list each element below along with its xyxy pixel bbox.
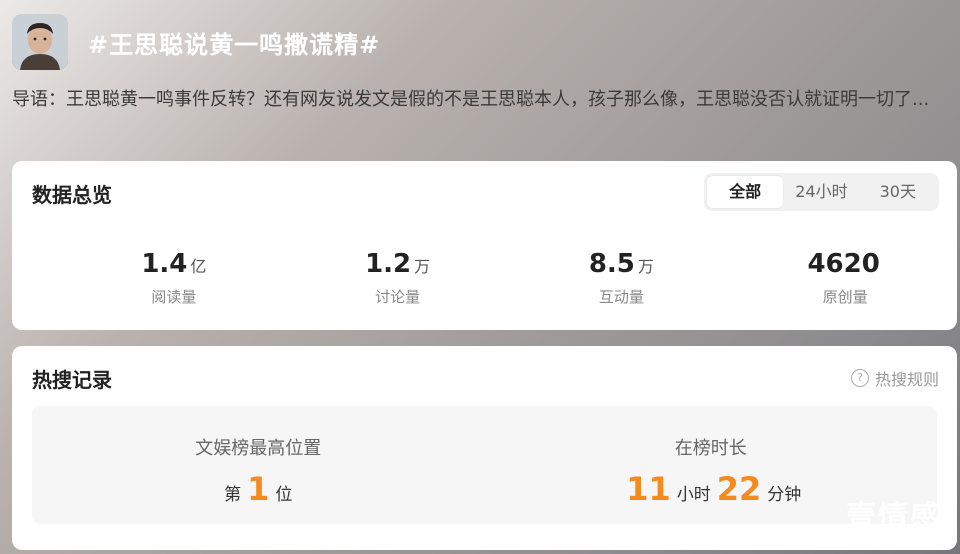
hot-search-rules-link[interactable]: ? 热搜规则 (850, 366, 939, 390)
stat-label: 原创量 (822, 288, 868, 306)
topic-header: #王思聪说黄一鸣撒谎精# (12, 14, 380, 70)
avatar[interactable] (12, 14, 68, 70)
topic-intro: 导语：王思聪黄一鸣事件反转？还有网友说发文是假的不是王思聪本人，孩子那么像，王思… (12, 89, 930, 110)
stat-discuss: 1.2 万 讨论量 (286, 247, 510, 307)
question-circle-icon: ? (850, 369, 869, 387)
stat-value: 8.5 (588, 249, 635, 279)
tab-all[interactable]: 全部 (707, 176, 784, 208)
rank-value: 1 (247, 470, 270, 508)
stat-label: 讨论量 (375, 288, 421, 306)
duration-label: 在榜时长 (674, 438, 747, 459)
hot-search-card: 热搜记录 ? 热搜规则 文娱榜最高位置 第 1 位 在榜时长 11 小时 22 … (12, 346, 957, 550)
stat-unit: 万 (414, 257, 431, 276)
tab-30d[interactable]: 30天 (860, 176, 936, 208)
stat-original: 4620 原创量 (733, 247, 957, 307)
minutes-value: 22 (716, 470, 762, 508)
data-overview-card: 数据总览 全部 24小时 30天 1.4 亿 阅读量 1.2 万 讨论量 8.5 万 … (12, 161, 957, 330)
stat-label: 阅读量 (151, 288, 197, 306)
minutes-unit: 分钟 (767, 485, 802, 505)
stat-value: 1.4 (141, 249, 188, 279)
tab-24h[interactable]: 24小时 (783, 176, 859, 208)
stat-unit: 亿 (190, 257, 207, 276)
stat-value: 4620 (807, 249, 880, 279)
stat-unit: 万 (637, 257, 654, 276)
highest-position-label: 文娱榜最高位置 (195, 438, 322, 459)
topic-title: #王思聪说黄一鸣撒谎精# (88, 30, 381, 59)
stat-label: 互动量 (598, 288, 644, 306)
stat-interact: 8.5 万 互动量 (510, 247, 734, 307)
rank-prefix: 第 (224, 485, 242, 505)
watermark: 壹情感 (846, 500, 942, 535)
stats-row: 1.4 亿 阅读量 1.2 万 讨论量 8.5 万 互动量 4620 原创量 (12, 247, 957, 307)
stat-value: 1.2 (365, 249, 412, 279)
stat-read: 1.4 亿 阅读量 (62, 247, 286, 307)
rank-suffix: 位 (275, 485, 293, 505)
highest-position: 文娱榜最高位置 第 1 位 (32, 406, 485, 508)
rules-label: 热搜规则 (874, 370, 939, 389)
hot-search-record-box: 文娱榜最高位置 第 1 位 在榜时长 11 小时 22 分钟 (32, 406, 937, 524)
time-range-tabs: 全部 24小时 30天 (704, 173, 939, 211)
overview-title: 数据总览 (32, 183, 112, 207)
hours-value: 11 (626, 470, 671, 508)
hours-unit: 小时 (676, 485, 711, 505)
hot-search-title: 热搜记录 (32, 368, 112, 392)
